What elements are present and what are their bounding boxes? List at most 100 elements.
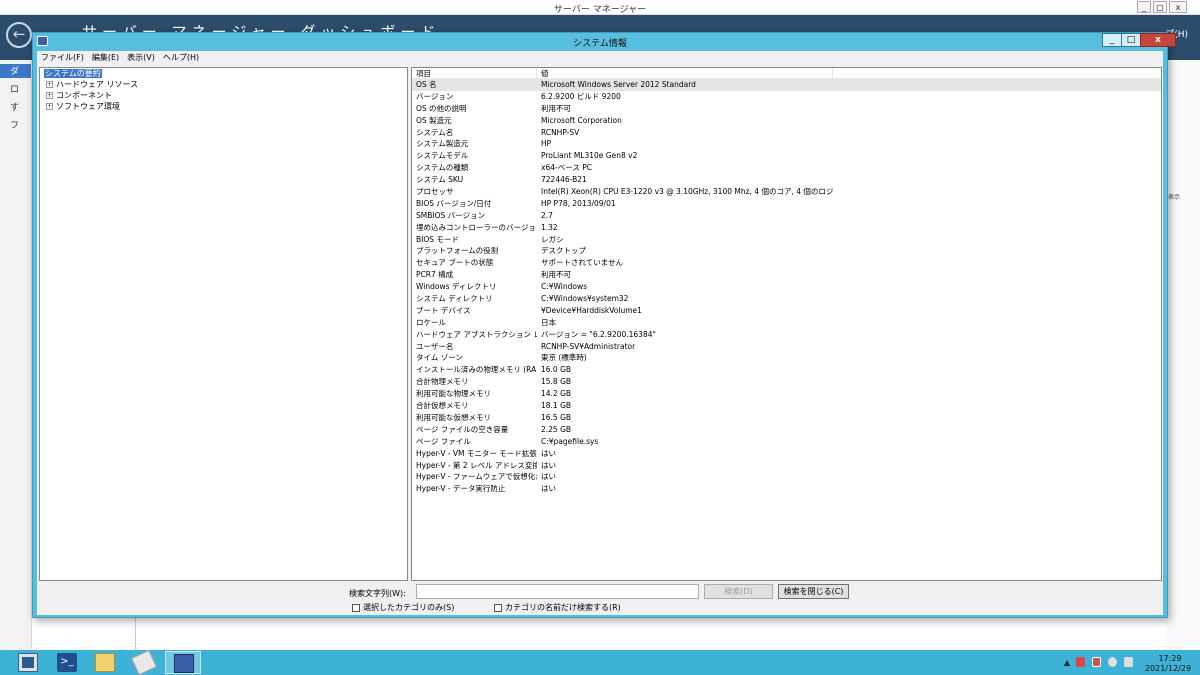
table-row[interactable]: システムモデル ProLiant ML310e Gen8 v2 xyxy=(412,150,1161,162)
selected-category-only-checkbox[interactable]: 選択したカテゴリのみ(S) xyxy=(352,602,454,613)
row-value: はい xyxy=(541,460,556,470)
expand-icon[interactable]: + xyxy=(46,92,53,99)
row-value: Microsoft Windows Server 2012 Standard xyxy=(541,80,696,89)
table-row[interactable]: バージョン 6.2.9200 ビルド 9200 xyxy=(412,91,1161,103)
menu-edit[interactable]: 編集(E) xyxy=(88,51,123,64)
row-value: 16.0 GB xyxy=(541,365,572,375)
table-row[interactable]: OS 製造元 Microsoft Corporation xyxy=(412,115,1161,127)
table-row[interactable]: ユーザー名 RCNHP-SV¥Administrator xyxy=(412,341,1161,353)
table-row[interactable]: システム ディレクトリ C:¥Windows¥system32 xyxy=(412,293,1161,305)
tree-item-label: ハードウェア リソース xyxy=(56,80,139,89)
table-row[interactable]: タイム ゾーン 東京 (標準時) xyxy=(412,352,1161,364)
row-item: 利用可能な仮想メモリ xyxy=(416,412,491,422)
table-row[interactable]: ページ ファイルの空き容量 2.25 GB xyxy=(412,424,1161,436)
taskbar-file-explorer[interactable] xyxy=(87,651,123,674)
close-search-button[interactable]: 検索を閉じる(C) xyxy=(778,584,849,599)
search-button[interactable]: 検索(D) xyxy=(704,584,773,599)
table-row[interactable]: セキュア ブートの状態 サポートされていません xyxy=(412,257,1161,269)
row-item: Windows ディレクトリ xyxy=(416,282,497,292)
table-row[interactable]: プロセッサ Intel(R) Xeon(R) CPU E3-1220 v3 @ 3… xyxy=(412,186,1161,198)
table-row[interactable]: OS 名 Microsoft Windows Server 2012 Standa… xyxy=(412,79,1161,91)
minimize-button[interactable]: _ xyxy=(1102,33,1122,47)
tree-item-components[interactable]: + コンポーネント xyxy=(40,90,407,101)
table-row[interactable]: ハードウェア アブストラクション レイヤーバージョン = "6.2.9200.1… xyxy=(412,329,1161,341)
sm-maximize-button[interactable]: □ xyxy=(1153,1,1167,13)
menu-help[interactable]: ヘルプ(H) xyxy=(159,51,203,64)
row-item: OS の他の説明 xyxy=(416,103,467,113)
menu-view[interactable]: 表示(V) xyxy=(123,51,159,64)
table-row[interactable]: 利用可能な仮想メモリ 16.5 GB xyxy=(412,412,1161,424)
row-value: はい xyxy=(541,448,556,458)
table-row[interactable]: 利用可能な物理メモリ 14.2 GB xyxy=(412,388,1161,400)
table-row[interactable]: Hyper-V - 第 2 レベル アドレス変換... はい xyxy=(412,460,1161,472)
details-list[interactable]: 項目 値 OS 名 Microsoft Windows Server 2012 S… xyxy=(411,67,1162,581)
table-row[interactable]: PCR7 構成 利用不可 xyxy=(412,269,1161,281)
table-row[interactable]: インストール済みの物理メモリ (RAM) 16.0 GB xyxy=(412,364,1161,376)
table-row[interactable]: 合計物理メモリ 15.8 GB xyxy=(412,376,1161,388)
row-value: レガシ xyxy=(541,234,564,244)
table-row[interactable]: ブート デバイス ¥Device¥HarddiskVolume1 xyxy=(412,305,1161,317)
table-row[interactable]: システム名 RCNHP-SV xyxy=(412,127,1161,139)
table-row[interactable]: 埋め込みコントローラーのバージョン 1.32 xyxy=(412,222,1161,234)
sidebar-item-local-server[interactable]: ロ xyxy=(0,82,31,96)
row-value: はい xyxy=(541,472,556,482)
search-input[interactable] xyxy=(416,584,699,599)
table-row[interactable]: BIOS モード レガシ xyxy=(412,234,1161,246)
maximize-button[interactable]: □ xyxy=(1121,33,1141,47)
volume-icon[interactable] xyxy=(1108,657,1117,667)
clock-time[interactable]: 17:29 xyxy=(1150,654,1190,663)
table-row[interactable]: OS の他の説明 利用不可 xyxy=(412,103,1161,115)
clock-date[interactable]: 2021/12/29 xyxy=(1140,664,1196,673)
table-row[interactable]: Hyper-V - ファームウェアで仮想化が... はい xyxy=(412,471,1161,483)
table-row[interactable]: Hyper-V - VM モニター モード拡張... はい xyxy=(412,448,1161,460)
sidebar-item-file-services[interactable]: フ xyxy=(0,118,31,132)
taskbar-powershell[interactable]: >_ xyxy=(49,651,85,674)
column-header-value[interactable]: 値 xyxy=(537,68,833,78)
sm-close-button[interactable]: x xyxy=(1169,1,1187,13)
table-row[interactable]: システムの種類 x64-ベース PC xyxy=(412,162,1161,174)
network-icon[interactable] xyxy=(1092,657,1101,667)
taskbar-server-manager[interactable] xyxy=(10,651,46,674)
table-row[interactable]: 合計仮想メモリ 18.1 GB xyxy=(412,400,1161,412)
row-item: 合計仮想メモリ xyxy=(416,401,469,411)
taskbar-system-information[interactable] xyxy=(165,651,201,674)
table-row[interactable]: Hyper-V - データ実行防止 はい xyxy=(412,483,1161,495)
close-button[interactable]: x xyxy=(1140,33,1176,47)
row-value: 利用不可 xyxy=(541,103,571,113)
expand-icon[interactable]: + xyxy=(46,81,53,88)
checkbox-box[interactable] xyxy=(494,603,502,612)
server-manager-sidebar: ダ ロ す フ xyxy=(0,60,32,650)
table-row[interactable]: BIOS バージョン/日付 HP P78, 2013/09/01 xyxy=(412,198,1161,210)
back-arrow-icon[interactable]: ← xyxy=(6,22,32,48)
input-method-icon[interactable] xyxy=(1124,657,1133,667)
server-manager-titlebar: サーバー マネージャー _ □ x xyxy=(0,0,1200,15)
row-item: システム ディレクトリ xyxy=(416,294,493,304)
table-row[interactable]: ページ ファイル C:¥pagefile.sys xyxy=(412,436,1161,448)
category-tree[interactable]: システムの要約 + ハードウェア リソース + コンポーネント + ソフトウェア環境 xyxy=(39,67,408,581)
window-titlebar[interactable]: システム情報 _ □ x xyxy=(33,33,1176,51)
row-item: Hyper-V - ファームウェアで仮想化が... xyxy=(416,472,537,482)
taskbar-tools[interactable] xyxy=(126,649,162,675)
sidebar-item-all-servers[interactable]: す xyxy=(0,100,31,114)
tree-item-software-environment[interactable]: + ソフトウェア環境 xyxy=(40,101,407,112)
table-row[interactable]: システム製造元 HP xyxy=(412,138,1161,150)
table-row[interactable]: Windows ディレクトリ C:¥Windows xyxy=(412,281,1161,293)
table-row[interactable]: ロケール 日本 xyxy=(412,317,1161,329)
row-value: Microsoft Corporation xyxy=(541,115,622,125)
show-hidden-icons-button[interactable]: ▲ xyxy=(1064,658,1070,667)
action-center-icon[interactable] xyxy=(1076,657,1085,667)
table-row[interactable]: システム SKU 722446-B21 xyxy=(412,174,1161,186)
tree-item-hardware-resources[interactable]: + ハードウェア リソース xyxy=(40,79,407,90)
tree-item-system-summary[interactable]: システムの要約 xyxy=(40,68,407,79)
sm-minimize-button[interactable]: _ xyxy=(1137,1,1151,13)
expand-icon[interactable]: + xyxy=(46,103,53,110)
column-header-item[interactable]: 項目 xyxy=(412,68,537,78)
table-row[interactable]: プラットフォームの役割 デスクトップ xyxy=(412,245,1161,257)
category-names-only-checkbox[interactable]: カテゴリの名前だけ検索する(R) xyxy=(494,602,621,613)
menu-file[interactable]: ファイル(F) xyxy=(37,51,88,64)
table-row[interactable]: SMBIOS バージョン 2.7 xyxy=(412,210,1161,222)
row-value: C:¥Windows xyxy=(541,282,588,292)
menu-bar: ファイル(F) 編集(E) 表示(V) ヘルプ(H) xyxy=(37,51,1163,65)
sidebar-item-dashboard[interactable]: ダ xyxy=(0,64,31,78)
checkbox-box[interactable] xyxy=(352,603,360,612)
